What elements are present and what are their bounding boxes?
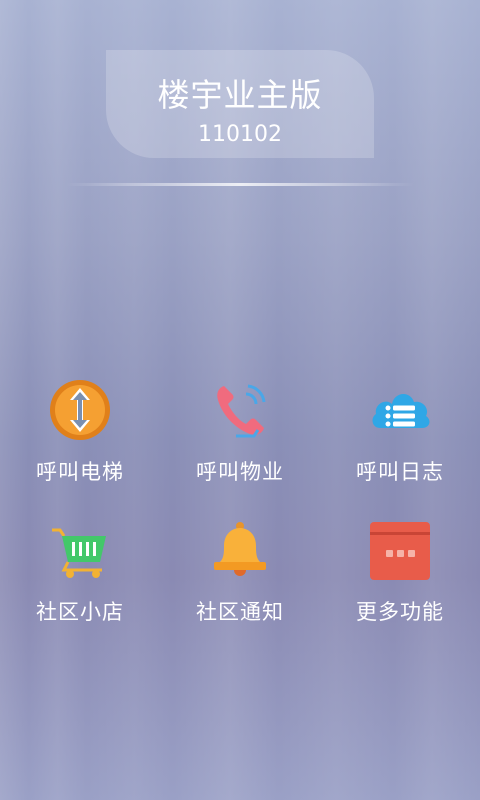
call-elevator-label: 呼叫电梯 [36, 460, 124, 484]
app-title: 楼宇业主版 [157, 76, 323, 114]
elevator-icon [50, 380, 110, 440]
call-elevator-button[interactable]: 呼叫电梯 [0, 372, 160, 500]
call-log-label: 呼叫日志 [356, 460, 444, 484]
more-functions-button[interactable]: 更多功能 [320, 512, 480, 640]
room-code: 110102 [198, 122, 282, 147]
call-log-button[interactable]: 呼叫日志 [320, 372, 480, 500]
function-grid: 呼叫电梯 呼叫物业 呼叫日志 社区小店 社区通知 更多功能 [0, 372, 480, 640]
title-card: 楼宇业主版 110102 [106, 50, 374, 158]
phone-call-icon [217, 384, 266, 438]
community-shop-button[interactable]: 社区小店 [0, 512, 160, 640]
bell-icon [214, 522, 266, 576]
divider [66, 183, 414, 186]
list-cloud-icon [372, 393, 430, 428]
community-notice-button[interactable]: 社区通知 [160, 512, 320, 640]
community-shop-label: 社区小店 [36, 600, 124, 624]
call-property-button[interactable]: 呼叫物业 [160, 372, 320, 500]
call-property-label: 呼叫物业 [196, 460, 284, 484]
community-notice-label: 社区通知 [196, 600, 284, 624]
more-icon [370, 522, 430, 580]
more-functions-label: 更多功能 [356, 600, 444, 624]
shopping-cart-icon [52, 528, 106, 578]
